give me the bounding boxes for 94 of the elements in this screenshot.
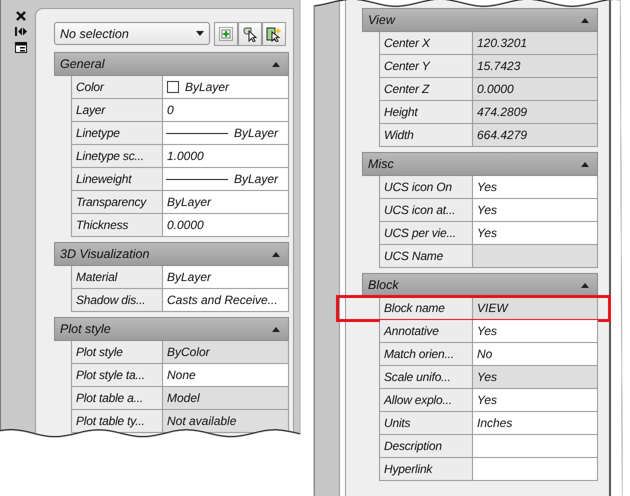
property-value[interactable]: 120.3201 — [473, 32, 598, 55]
property-value[interactable]: Yes — [473, 176, 598, 199]
property-label: Plot table ty... — [72, 410, 163, 433]
property-label: UCS Name — [380, 245, 473, 268]
property-label: Shadow dis... — [72, 289, 163, 312]
property-value[interactable]: 0.0000 — [473, 78, 598, 101]
property-value[interactable]: 474.2809 — [473, 101, 598, 124]
line-sample-icon — [166, 132, 228, 134]
properties-menu-button[interactable] — [14, 42, 26, 53]
property-value[interactable]: Yes — [473, 389, 598, 412]
property-label: Lineweight — [72, 168, 163, 191]
property-value[interactable]: Not available — [163, 410, 289, 433]
close-icon — [16, 11, 26, 21]
section-title: 3D Visualization — [60, 247, 150, 261]
section-header[interactable]: 3D Visualization — [54, 242, 289, 266]
property-label: Scale unifo... — [380, 366, 473, 389]
selection-text: No selection — [60, 26, 129, 40]
property-value[interactable]: 0.0000 — [163, 214, 289, 237]
property-label: Allow explo... — [380, 389, 473, 412]
collapse-arrow-icon — [272, 62, 280, 66]
section-header[interactable]: Block — [362, 273, 598, 297]
property-value[interactable]: VIEW — [473, 297, 598, 320]
property-value[interactable]: Model — [163, 387, 289, 410]
dropdown-caret-icon — [196, 31, 204, 36]
collapse-arrow-icon — [581, 162, 589, 166]
collapse-arrow-icon — [272, 252, 280, 256]
pickadd-button[interactable] — [262, 22, 286, 46]
panel-icon — [14, 42, 26, 53]
property-label: Color — [72, 76, 163, 99]
property-value[interactable]: ByLayer — [163, 76, 289, 99]
section-header[interactable]: Plot style — [54, 317, 289, 341]
property-label: Linetype — [72, 122, 163, 145]
property-value[interactable]: Inches — [473, 412, 598, 435]
close-button[interactable] — [16, 11, 26, 21]
property-label: UCS icon On — [380, 176, 473, 199]
property-value[interactable] — [473, 458, 598, 481]
property-label: Linetype sc... — [72, 145, 163, 168]
property-value[interactable]: Yes — [473, 366, 598, 389]
property-value[interactable]: Yes — [473, 222, 598, 245]
property-label: Match orien... — [380, 343, 473, 366]
section-title: Plot style — [60, 322, 111, 336]
property-value[interactable]: Casts and Receive... — [163, 289, 289, 312]
plus-square-icon — [219, 27, 233, 41]
property-value[interactable] — [473, 435, 598, 458]
property-value[interactable]: 1.0000 — [163, 145, 289, 168]
property-label: Plot style ta... — [72, 364, 163, 387]
section-title: Misc — [368, 157, 394, 171]
property-label: Height — [380, 101, 473, 124]
property-value[interactable]: Yes — [473, 199, 598, 222]
property-label: Plot style — [72, 341, 163, 364]
property-label: Center Z — [380, 78, 473, 101]
property-label: Plot table a... — [72, 387, 163, 410]
property-label: Material — [72, 266, 163, 289]
property-value[interactable]: ByLayer — [163, 122, 289, 145]
property-value[interactable]: Yes — [473, 320, 598, 343]
property-value[interactable]: None — [163, 364, 289, 387]
color-swatch-icon — [167, 81, 179, 93]
property-label: UCS icon at... — [380, 199, 473, 222]
auto-hide-button[interactable] — [14, 27, 26, 36]
property-label: UCS per vie... — [380, 222, 473, 245]
double-arrow-icon — [14, 27, 26, 36]
section-title: Block — [368, 278, 399, 292]
section-header[interactable]: General — [54, 52, 289, 76]
selection-dropdown[interactable]: No selection — [54, 22, 210, 45]
property-label: Hyperlink — [380, 458, 473, 481]
property-value[interactable]: No — [473, 343, 598, 366]
property-label: Transparency — [72, 191, 163, 214]
property-label: Center X — [380, 32, 473, 55]
property-value[interactable]: ByLayer — [163, 168, 289, 191]
collapse-arrow-icon — [272, 326, 280, 332]
select-objects-button[interactable] — [214, 22, 238, 46]
property-label: Annotative — [380, 320, 473, 343]
property-label: Description — [380, 435, 473, 458]
section-header[interactable]: View — [362, 8, 598, 32]
property-value[interactable]: ByLayer — [163, 266, 289, 289]
section-header[interactable]: Misc — [362, 152, 598, 176]
cursor-icon — [266, 26, 282, 42]
collapse-arrow-icon — [581, 282, 589, 288]
property-label: Center Y — [380, 55, 473, 78]
section-title: General — [60, 57, 104, 71]
section-title: View — [368, 13, 395, 27]
quick-select-button[interactable] — [238, 22, 262, 46]
property-label: Width — [380, 124, 473, 147]
property-value[interactable]: ByLayer — [163, 191, 289, 214]
property-value[interactable]: 0 — [163, 99, 289, 122]
line-sample-icon — [166, 178, 228, 180]
cursor-icon — [242, 26, 258, 42]
property-label: Layer — [72, 99, 163, 122]
collapse-arrow-icon — [581, 18, 589, 22]
property-label: Units — [380, 412, 473, 435]
property-value[interactable]: ByColor — [163, 341, 289, 364]
property-label: Thickness — [72, 214, 163, 237]
property-value[interactable]: 15.7423 — [473, 55, 598, 78]
property-value[interactable]: 664.4279 — [473, 124, 598, 147]
